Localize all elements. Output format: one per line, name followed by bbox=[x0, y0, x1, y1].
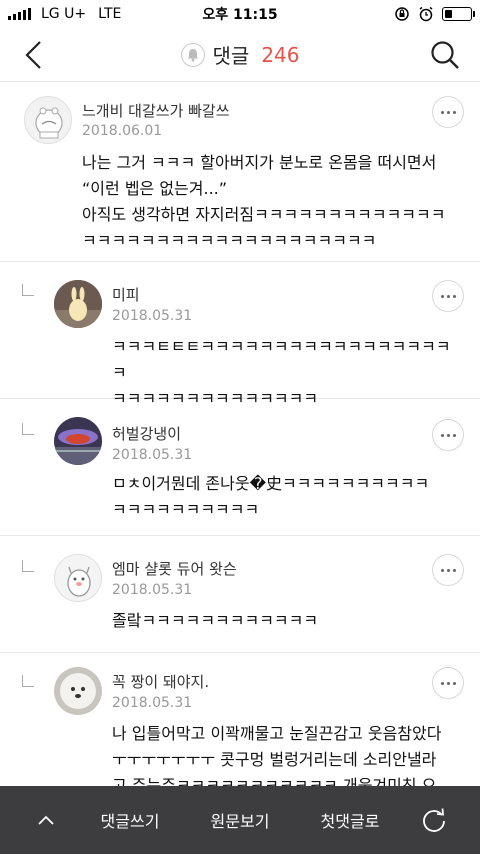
avatar[interactable] bbox=[24, 96, 72, 144]
comment-item: 미피 2018.05.31 ㅋㅋㅋㅌㅌㅌㅋㅋㅋㅋㅋㅋㅋㅋㅋㅋㅋㅋㅋㅋㅋㅋㅋㅋ ㅋ… bbox=[0, 262, 480, 408]
comment-count: 246 bbox=[261, 42, 300, 67]
comment-date: 2018.05.31 bbox=[112, 582, 193, 598]
more-options-button[interactable] bbox=[432, 280, 464, 312]
comment-item: 꼭 짱이 돼야지. 2018.05.31 나 입틀어막고 이꽉깨물고 눈질끈감고… bbox=[0, 653, 480, 786]
reply-indicator-icon bbox=[22, 560, 34, 572]
title-label: 댓글 bbox=[212, 44, 250, 68]
comment-text: 나는 그거 ㅋㅋㅋ 할아버지가 분노로 온몸을 떠시면서 “이런 벱은 없는겨.… bbox=[82, 153, 446, 250]
first-comment-button[interactable]: 첫댓글로 bbox=[308, 786, 392, 854]
chevron-up-icon bbox=[38, 815, 54, 825]
comment-author[interactable]: 엠마 샬롯 듀어 왓슨 bbox=[112, 558, 237, 579]
reply-indicator-icon bbox=[22, 284, 34, 296]
more-options-button[interactable] bbox=[432, 96, 464, 128]
avatar[interactable] bbox=[54, 417, 102, 465]
view-original-button[interactable]: 원문보기 bbox=[198, 786, 282, 854]
comment-date: 2018.05.31 bbox=[112, 308, 193, 324]
alarm-icon bbox=[419, 6, 433, 22]
write-comment-button[interactable]: 댓글쓰기 bbox=[88, 786, 172, 854]
chevron-left-icon bbox=[25, 41, 41, 69]
comment-date: 2018.05.31 bbox=[112, 695, 193, 711]
back-button[interactable] bbox=[18, 38, 48, 72]
scroll-top-button[interactable] bbox=[28, 786, 64, 854]
rotation-lock-icon bbox=[395, 7, 409, 21]
comment-author[interactable]: 꼭 짱이 돼야지. bbox=[112, 671, 209, 692]
battery-icon bbox=[442, 7, 475, 21]
more-options-button[interactable] bbox=[432, 419, 464, 451]
comment-text: ㅁㅊ이거뭔데 존나웃�史ㅋㅋㅋㅋㅋㅋㅋㅋㅋㅋ ㅋㅋㅋㅋㅋㅋㅋㅋㅋㅋ bbox=[112, 474, 430, 519]
bell-icon bbox=[180, 42, 205, 67]
reply-indicator-icon bbox=[22, 675, 34, 687]
header: 댓글 246 bbox=[0, 28, 480, 82]
comment-list: 느개비 대갈쓰가 빠갈쓰 2018.06.01 나는 그거 ㅋㅋㅋ 할아버지가 … bbox=[0, 82, 480, 786]
comment-text: 졸랔ㅋㅋㅋㅋㅋㅋㅋㅋㅋㅋㅋㅋ bbox=[112, 611, 319, 630]
avatar[interactable] bbox=[54, 280, 102, 328]
comment-item: 느개비 대갈쓰가 빠갈쓰 2018.06.01 나는 그거 ㅋㅋㅋ 할아버지가 … bbox=[0, 82, 480, 262]
comment-item: 엠마 샬롯 듀어 왓슨 2018.05.31 졸랔ㅋㅋㅋㅋㅋㅋㅋㅋㅋㅋㅋㅋ bbox=[0, 536, 480, 653]
comment-date: 2018.06.01 bbox=[82, 123, 163, 139]
comment-item: 허벌강냉이 2018.05.31 ㅁㅊ이거뭔데 존나웃�史ㅋㅋㅋㅋㅋㅋㅋㅋㅋㅋ … bbox=[0, 399, 480, 536]
avatar[interactable] bbox=[54, 554, 102, 602]
search-icon bbox=[431, 41, 459, 69]
comment-author[interactable]: 느개비 대갈쓰가 빠갈쓰 bbox=[82, 100, 230, 121]
avatar[interactable] bbox=[54, 667, 102, 715]
comment-date: 2018.05.31 bbox=[112, 447, 193, 463]
comment-author[interactable]: 미피 bbox=[112, 284, 140, 305]
refresh-icon bbox=[423, 808, 445, 832]
comment-author[interactable]: 허벌강냉이 bbox=[112, 423, 181, 444]
refresh-button[interactable] bbox=[416, 786, 452, 854]
status-bar: LG U+ LTE 오후 11:15 bbox=[0, 0, 480, 28]
page-title: 댓글 246 bbox=[180, 40, 300, 69]
search-button[interactable] bbox=[428, 38, 462, 72]
reply-indicator-icon bbox=[22, 423, 34, 435]
comment-text: 나 입틀어막고 이꽉깨물고 눈질끈감고 웃음참았다 ㅜㅜㅜㅜㅜㅜㅜ 콧구멍 벌렁… bbox=[112, 724, 442, 786]
bottom-toolbar: 댓글쓰기 원문보기 첫댓글로 bbox=[0, 786, 480, 854]
more-options-button[interactable] bbox=[432, 554, 464, 586]
more-options-button[interactable] bbox=[432, 667, 464, 699]
